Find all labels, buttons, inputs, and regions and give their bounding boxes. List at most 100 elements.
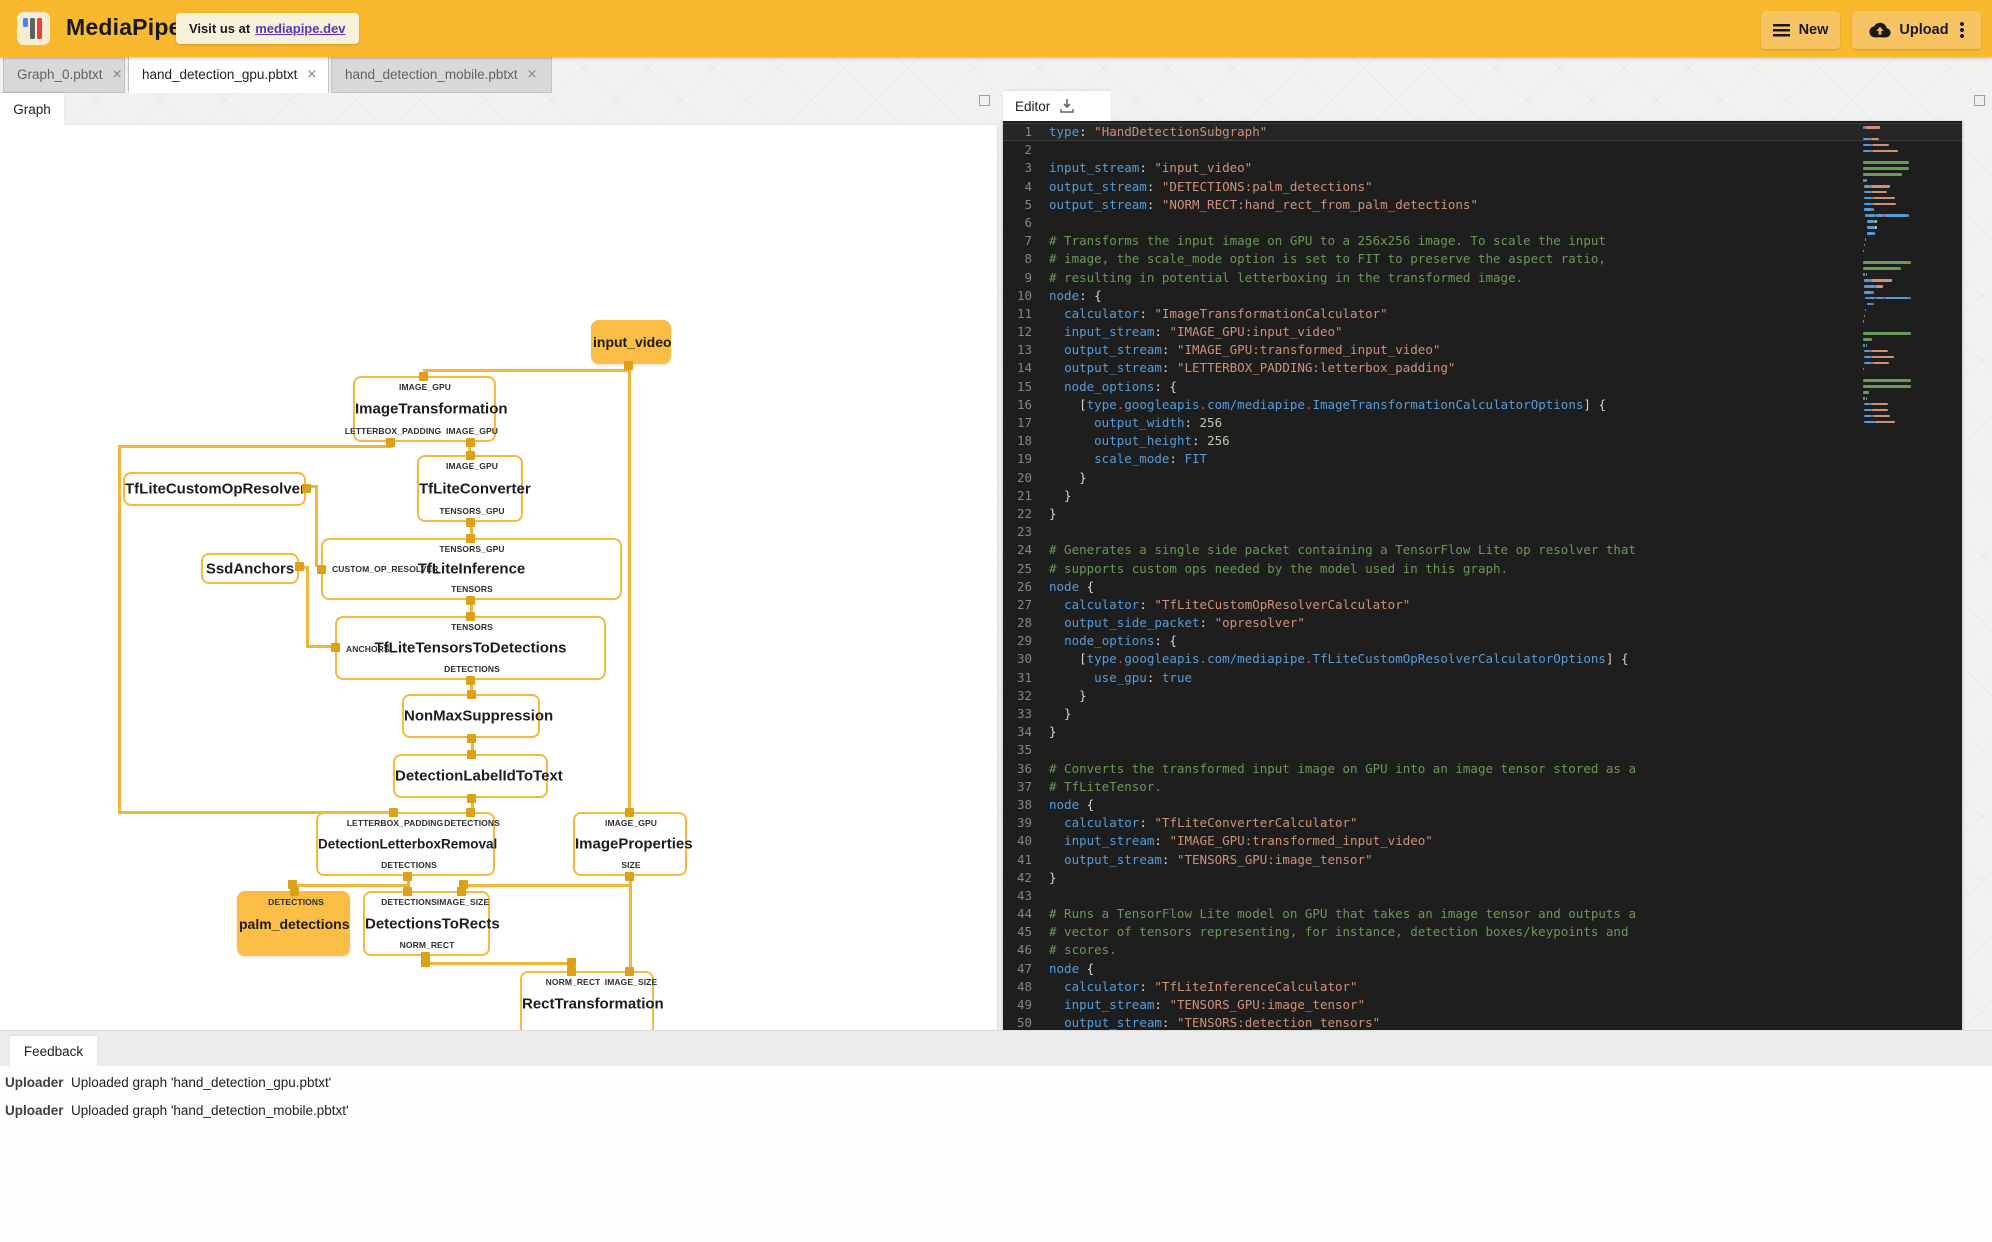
line-number: 13 [1016,342,1032,358]
upload-menu-kebab-icon[interactable] [1959,22,1964,38]
code-line-1[interactable]: 1 type: "HandDetectionSubgraph" [1003,123,1962,142]
graph-node-image_transformation[interactable]: ImageTransformation IMAGE_GPU LETTERBOX_PA… [345,376,508,442]
code-line-35[interactable]: 35 [1003,741,1962,759]
code-line-27[interactable]: 27 calculator: "TfLiteCustomOpResolverCa… [1003,596,1962,614]
code-line-47[interactable]: 47 node { [1003,960,1962,978]
file-tab-label: hand_detection_gpu.pbtxt [142,67,298,82]
graph-node-detections_to_rects[interactable]: DetectionsToRects DETECTIONS IMAGE_SIZE NOR… [363,891,500,956]
graph-edge [118,445,121,814]
file-tab-hand_detection_mobile.pbtxt[interactable]: hand_detection_mobile.pbtxt × [331,57,552,93]
new-button[interactable]: New [1761,11,1840,49]
code-line-3[interactable]: 3 input_stream: "input_video" [1003,159,1962,177]
graph-node-input_video[interactable]: input_video [591,320,672,364]
close-tab-icon[interactable]: × [112,67,123,82]
code-line-4[interactable]: 4 output_stream: "DETECTIONS:palm_detecti… [1003,178,1962,196]
graph-node-detection_letterbox_removal[interactable]: DetectionLetterboxRemoval LETTERBOX_PADDI… [316,812,500,876]
close-tab-icon[interactable]: × [306,67,317,82]
mediapipe-dev-link[interactable]: mediapipe.dev [255,21,345,36]
graph-node-image_properties[interactable]: ImageProperties IMAGE_GPU SIZE [573,812,693,876]
code-line-10[interactable]: 10 node: { [1003,287,1962,305]
code-line-26[interactable]: 26 node { [1003,578,1962,596]
port-label-detections: DETECTIONS [444,664,500,674]
code-line-15[interactable]: 15 node_options: { [1003,378,1962,396]
code-line-46[interactable]: 46 # scores. [1003,941,1962,959]
graph-node-rect_transformation[interactable]: RectTransformation NORM_RECT IMAGE_SIZE [520,971,664,1030]
file-tab-hand_detection_gpu.pbtxt[interactable]: hand_detection_gpu.pbtxt × [128,57,329,93]
code-line-43[interactable]: 43 [1003,887,1962,905]
code-line-37[interactable]: 37 # TfLiteTensor. [1003,778,1962,796]
code-line-12[interactable]: 12 input_stream: "IMAGE_GPU:input_video" [1003,323,1962,341]
port-marker [288,880,297,889]
graph-node-tflite_custom_op_resolver[interactable]: TfLiteCustomOpResolver [123,472,306,506]
editor-minimap[interactable] [1861,124,1958,424]
code-text: output_side_packet: "opresolver" [1064,615,1305,631]
upload-button[interactable]: Upload [1852,11,1981,49]
code-line-48[interactable]: 48 calculator: "TfLiteInferenceCalculato… [1003,978,1962,996]
line-number: 46 [1016,942,1032,958]
code-line-16[interactable]: 16 [type.googleapis.com/mediapipe.ImageT… [1003,396,1962,414]
code-line-6[interactable]: 6 [1003,214,1962,232]
code-line-50[interactable]: 50 output_stream: "TENSORS:detection_ten… [1003,1014,1962,1030]
code-text: } [1049,706,1072,721]
code-line-36[interactable]: 36 # Converts the transformed input image… [1003,760,1962,778]
file-tab-Graph_0.pbtxt[interactable]: Graph_0.pbtxt × [3,57,125,93]
code-line-5[interactable]: 5 output_stream: "NORM_RECT:hand_rect_fro… [1003,196,1962,214]
code-line-22[interactable]: 22} [1003,505,1962,523]
feedback-row: Uploader Uploaded graph 'hand_detection_m… [5,1103,349,1118]
code-line-34[interactable]: 34} [1003,723,1962,741]
code-line-7[interactable]: 7 # Transforms the input image on GPU to … [1003,232,1962,250]
code-line-39[interactable]: 39 calculator: "TfLiteConverterCalculato… [1003,814,1962,832]
editor-panel-maximize-icon[interactable] [1974,95,1985,106]
code-line-2[interactable]: 2 [1003,141,1962,159]
code-line-14[interactable]: 14 output_stream: "LETTERBOX_PADDING:let… [1003,359,1962,377]
close-tab-icon[interactable]: × [527,67,538,82]
code-line-42[interactable]: 42} [1003,869,1962,887]
code-line-49[interactable]: 49 input_stream: "TENSORS_GPU:image_tens… [1003,996,1962,1014]
graph-panel-maximize-icon[interactable] [979,95,990,106]
code-line-9[interactable]: 9 # resulting in potential letterboxing i… [1003,269,1962,287]
graph-node-detection_label_id_to_text[interactable]: DetectionLabelIdToText [393,754,563,798]
graph-node-label: NonMaxSuppression [404,707,554,725]
code-line-45[interactable]: 45 # vector of tensors representing, for … [1003,923,1962,941]
code-line-19[interactable]: 19 scale_mode: FIT [1003,450,1962,468]
code-line-38[interactable]: 38 node { [1003,796,1962,814]
code-editor[interactable]: 1 type: "HandDetectionSubgraph" 2 3 input_st… [1003,121,1962,1030]
graph-node-non_max_suppression[interactable]: NonMaxSuppression [402,694,554,738]
editor-subtab[interactable]: Editor [1003,91,1111,121]
code-line-30[interactable]: 30 [type.googleapis.com/mediapipe.TfLite… [1003,650,1962,668]
code-line-32[interactable]: 32 } [1003,687,1962,705]
download-icon[interactable] [1059,98,1075,114]
code-line-20[interactable]: 20 } [1003,469,1962,487]
code-line-21[interactable]: 21 } [1003,487,1962,505]
code-line-23[interactable]: 23 [1003,523,1962,541]
code-text: use_gpu: true [1094,669,1193,685]
upload-button-label: Upload [1899,22,1949,38]
code-line-25[interactable]: 25 # supports custom ops needed by the mo… [1003,560,1962,578]
graph-node-palm_detections[interactable]: palm_detections DETECTIONS [237,891,350,956]
code-line-8[interactable]: 8 # image, the scale_mode option is set t… [1003,250,1962,268]
code-line-29[interactable]: 29 node_options: { [1003,632,1962,650]
feedback-tab[interactable]: Feedback [10,1036,97,1066]
graph-node-tflite_converter[interactable]: TfLiteConverter IMAGE_GPU TENSORS_GPU [417,455,531,522]
code-line-13[interactable]: 13 output_stream: "IMAGE_GPU:transformed… [1003,341,1962,359]
code-line-33[interactable]: 33 } [1003,705,1962,723]
graph-node-tflite_inference[interactable]: TfLiteInference TENSORS_GPU CUSTOM_OP_RESO… [321,538,622,600]
code-line-41[interactable]: 41 output_stream: "TENSORS_GPU:image_ten… [1003,851,1962,869]
line-number: 15 [1016,378,1032,394]
code-line-18[interactable]: 18 output_height: 256 [1003,432,1962,450]
code-line-44[interactable]: 44 # Runs a TensorFlow Lite model on GPU … [1003,905,1962,923]
code-line-11[interactable]: 11 calculator: "ImageTransformationCalcu… [1003,305,1962,323]
graph-node-ssd_anchors[interactable]: SsdAnchors [201,553,299,584]
code-line-17[interactable]: 17 output_width: 256 [1003,414,1962,432]
port-marker [466,518,475,527]
code-line-28[interactable]: 28 output_side_packet: "opresolver" [1003,614,1962,632]
graph-node-tflite_tensors_to_detections[interactable]: TfLiteTensorsToDetections TENSORS ANCHORS D… [335,616,606,680]
code-line-40[interactable]: 40 input_stream: "IMAGE_GPU:transformed_… [1003,832,1962,850]
code-line-31[interactable]: 31 use_gpu: true [1003,669,1962,687]
graph-canvas[interactable]: input_video ImageTransformation IMAGE_GPU L… [0,125,997,1030]
code-line-24[interactable]: 24 # Generates a single side packet conta… [1003,541,1962,559]
code-text: output_stream: "TENSORS:detection_tensor… [1064,1015,1381,1030]
graph-subtab[interactable]: Graph [0,93,64,125]
line-number: 7 [1024,233,1032,249]
port-marker [624,361,633,370]
